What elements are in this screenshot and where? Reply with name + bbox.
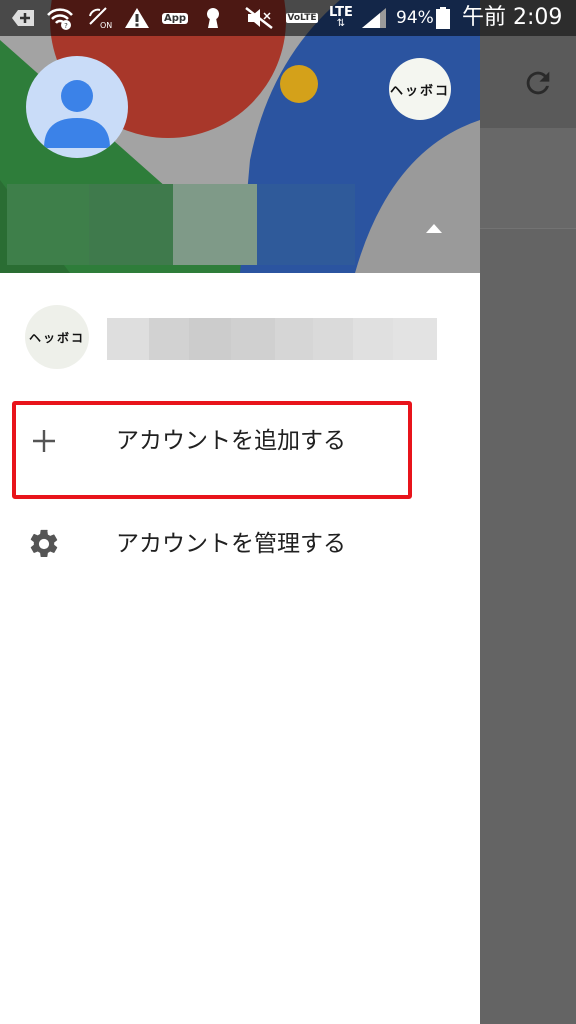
battery-icon [436, 7, 450, 29]
wifi-icon: ? [47, 8, 73, 30]
status-bar: ? ON App VoLTE LTE ⇅ 94% 午前 2:09 [0, 0, 576, 36]
battery-percent: 94% [396, 8, 434, 28]
clock: 午前 2:09 [462, 5, 563, 30]
person-icon [44, 80, 110, 148]
signal-icon [362, 8, 386, 28]
account-avatar: ヘッボコ [25, 305, 89, 369]
plus-icon [26, 423, 62, 459]
keyhole-icon [207, 8, 219, 28]
manage-accounts-label: アカウントを管理する [116, 531, 346, 557]
refresh-icon[interactable] [521, 66, 555, 100]
mute-icon [245, 7, 273, 29]
account-email-redacted [107, 318, 437, 360]
gear-icon [26, 526, 62, 562]
account-list-item[interactable]: ヘッボコ [0, 288, 480, 384]
add-account-label: アカウントを追加する [116, 428, 346, 454]
volte-icon: VoLTE [286, 13, 318, 23]
lte-icon: LTE ⇅ [329, 5, 353, 29]
secondary-account-avatar[interactable]: ヘッボコ [389, 58, 451, 120]
add-account-menu-item[interactable]: アカウントを追加する [0, 396, 480, 486]
app-icon: App [161, 12, 189, 24]
arrow-up-icon[interactable] [425, 222, 443, 234]
svg-text:?: ? [64, 22, 68, 30]
drawer-header: ヘッボコ [0, 0, 480, 273]
notification-add-icon [12, 10, 34, 26]
hotspot-icon: ON [89, 7, 112, 30]
manage-accounts-menu-item[interactable]: アカウントを管理する [0, 499, 480, 589]
profile-avatar[interactable] [26, 56, 128, 158]
background-list-row [480, 128, 576, 229]
account-drawer: ヘッボコ ヘッボコ アカウントを追加する アカウントを管理する [0, 0, 480, 1024]
account-name-redacted [7, 184, 355, 265]
svg-text:ON: ON [100, 21, 112, 30]
warning-icon [125, 8, 149, 28]
